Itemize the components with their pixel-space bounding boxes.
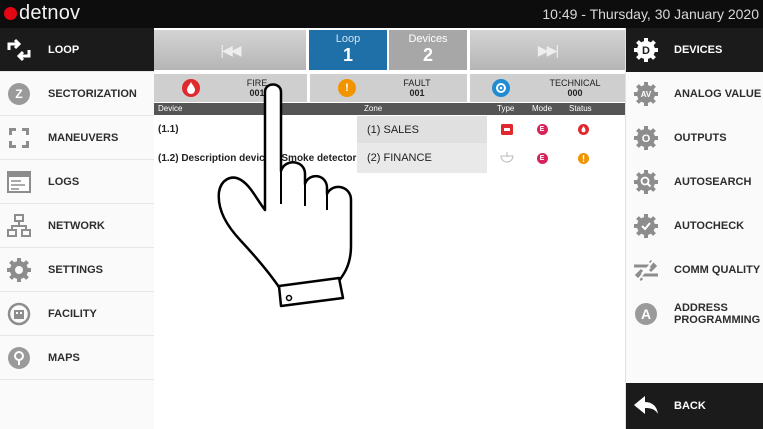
outputs-gear-icon: O [632, 124, 660, 152]
technical-counter[interactable]: TECHNICAL 000 [470, 74, 625, 102]
zone-cell: (1) SALES [357, 116, 487, 143]
smoke-detector-icon [487, 143, 527, 173]
svg-text:D: D [642, 45, 650, 57]
maneuvers-arrows-icon [6, 125, 32, 151]
mode-cell: E [527, 143, 557, 173]
pointing-hand-icon [217, 83, 353, 308]
logs-window-icon [6, 169, 32, 195]
svg-text:A: A [641, 306, 651, 322]
sidebar-item-label: AUTOSEARCH [674, 176, 752, 188]
devices-label: Devices [408, 33, 448, 45]
fault-counter-label: FAULT [403, 78, 431, 88]
svg-text:O: O [642, 133, 651, 145]
sidebar-item-maneuvers[interactable]: MANEUVERS [0, 116, 154, 160]
sidebar-item-settings[interactable]: SETTINGS [0, 248, 154, 292]
sidebar-item-label: LOGS [48, 175, 80, 188]
column-header-status: Status [569, 104, 592, 113]
fire-drop-icon [182, 79, 200, 97]
logo-dot-icon [4, 7, 17, 20]
sidebar-item-sectorization[interactable]: Z SECTORIZATION [0, 72, 154, 116]
sidebar-item-label: COMM QUALITY [674, 264, 761, 276]
datetime-display: 10:49 - Thursday, 30 January 2020 [542, 6, 759, 22]
left-sidebar: LOOP Z SECTORIZATION MANEUVERS LOGS NETW… [0, 28, 154, 429]
technical-counter-value: 000 [567, 88, 583, 98]
sidebar-item-loop[interactable]: LOOP [0, 28, 154, 72]
loop-label: Loop [335, 33, 361, 45]
sidebar-item-outputs[interactable]: O OUTPUTS [626, 116, 763, 160]
column-header-device: Device [158, 104, 183, 113]
sidebar-item-analog-value[interactable]: AV ANALOG VALUE [626, 72, 763, 116]
svg-text:Z: Z [15, 87, 22, 101]
skip-back-icon: |◀◀ [220, 41, 241, 58]
previous-loop-button[interactable]: |◀◀ [154, 30, 306, 70]
call-point-icon [487, 116, 527, 143]
detnov-logo: detnov [4, 2, 80, 25]
sidebar-item-address-programming[interactable]: A ADDRESS PROGRAMMING [626, 292, 763, 336]
sectorization-pin-icon: Z [6, 81, 32, 107]
sidebar-item-label: AUTOCHECK [674, 220, 745, 232]
technical-gear-icon [492, 79, 510, 97]
comm-quality-arrows-icon [632, 256, 660, 284]
sidebar-item-devices[interactable]: D DEVICES [626, 28, 763, 72]
sidebar-item-label: NETWORK [48, 219, 105, 232]
facility-building-icon [6, 301, 32, 327]
fire-drop-icon [557, 116, 609, 143]
sidebar-item-label: SECTORIZATION [48, 87, 137, 100]
address-programming-icon: A [632, 300, 660, 328]
sidebar-item-autocheck[interactable]: AUTOCHECK [626, 204, 763, 248]
sidebar-item-label: BACK [674, 400, 706, 412]
back-button[interactable]: BACK [626, 383, 763, 429]
sidebar-item-logs[interactable]: LOGS [0, 160, 154, 204]
zone-cell: (2) FINANCE [357, 143, 487, 173]
loop-arrows-icon [6, 37, 32, 63]
mode-badge: E [536, 124, 548, 135]
maps-pin-icon [6, 345, 32, 371]
fault-counter-value: 001 [409, 88, 425, 98]
autocheck-gear-icon [632, 212, 660, 240]
sidebar-item-facility[interactable]: FACILITY [0, 292, 154, 336]
column-header-mode: Mode [532, 104, 553, 113]
next-loop-button[interactable]: ▶▶| [470, 30, 625, 70]
sidebar-item-label: DEVICES [674, 44, 723, 56]
loop-selector-bar: |◀◀ Loop 1 Devices 2 ▶▶| [154, 30, 625, 70]
top-bar: detnov 10:49 - Thursday, 30 January 2020 [0, 0, 763, 28]
sidebar-item-maps[interactable]: MAPS [0, 336, 154, 380]
sidebar-item-label: MANEUVERS [48, 131, 119, 144]
network-icon [6, 213, 32, 239]
sidebar-item-label: ADDRESS PROGRAMMING [674, 302, 761, 326]
sidebar-item-label: MAPS [48, 351, 80, 364]
devices-indicator[interactable]: Devices 2 [389, 30, 467, 70]
fault-exclamation-icon [557, 143, 609, 173]
loop-number: 1 [342, 45, 353, 65]
back-arrow-icon [632, 392, 660, 420]
sidebar-item-autosearch[interactable]: AUTOSEARCH [626, 160, 763, 204]
svg-text:AV: AV [641, 90, 652, 99]
skip-forward-icon: ▶▶| [537, 41, 559, 58]
analog-value-gear-icon: AV [632, 80, 660, 108]
mode-badge: E [536, 152, 548, 164]
technical-counter-label: TECHNICAL [549, 78, 601, 88]
autosearch-gear-icon [632, 168, 660, 196]
sidebar-item-label: SETTINGS [48, 263, 104, 276]
mode-cell: E [527, 116, 557, 143]
devices-gear-icon: D [632, 36, 660, 64]
sidebar-item-label: OUTPUTS [674, 132, 727, 144]
sidebar-item-network[interactable]: NETWORK [0, 204, 154, 248]
column-header-type: Type [497, 104, 515, 113]
sidebar-item-label: ANALOG VALUE [674, 88, 762, 100]
sidebar-item-label: LOOP [48, 43, 80, 56]
sidebar-item-label: FACILITY [48, 307, 97, 320]
logo-text: detnov [19, 2, 81, 24]
loop-indicator[interactable]: Loop 1 [309, 30, 387, 70]
column-header-zone: Zone [364, 104, 383, 113]
right-sidebar: D DEVICES AV ANALOG VALUE O OUTPUTS AUTO… [625, 28, 763, 429]
sidebar-item-comm-quality[interactable]: COMM QUALITY [626, 248, 763, 292]
settings-gear-icon [6, 257, 32, 283]
devices-count: 2 [422, 45, 433, 65]
